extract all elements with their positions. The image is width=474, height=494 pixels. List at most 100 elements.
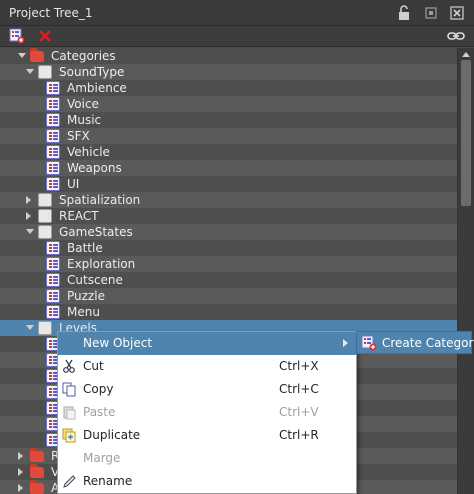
- tree-item-ambience[interactable]: Ambience: [0, 80, 457, 96]
- menu-item-paste: Paste Ctrl+V: [58, 401, 356, 424]
- menu-item-shortcut: Ctrl+C: [279, 382, 319, 396]
- tree-item-vehicle[interactable]: Vehicle: [0, 144, 457, 160]
- object-list-icon: [46, 113, 60, 127]
- pin-icon[interactable]: [423, 5, 439, 21]
- vertical-scrollbar[interactable]: [457, 48, 474, 494]
- expand-down-icon[interactable]: [26, 325, 34, 330]
- object-list-icon: [46, 257, 60, 271]
- tree-item-ui[interactable]: UI: [0, 176, 457, 192]
- tree-item-gamestates[interactable]: GameStates: [0, 224, 457, 240]
- tree-item-label: Exploration: [67, 257, 136, 271]
- tree-item-cutscene[interactable]: Cutscene: [0, 272, 457, 288]
- tree-item-spatialization[interactable]: Spatialization: [0, 192, 457, 208]
- tree-item-label: Voice: [67, 97, 99, 111]
- folder-icon: [30, 48, 44, 62]
- menu-item-new-object[interactable]: New Object: [58, 332, 356, 355]
- tree-item-music[interactable]: Music: [0, 112, 457, 128]
- menu-item-label: Copy: [83, 382, 114, 396]
- menu-item-label: Rename: [83, 474, 133, 488]
- object-list-icon: [46, 81, 60, 95]
- expand-right-icon[interactable]: [18, 452, 23, 460]
- tree-item-label: Puzzle: [67, 289, 105, 303]
- folder-icon: [30, 464, 44, 478]
- menu-item-label: Paste: [83, 405, 116, 419]
- object-list-icon: [46, 273, 60, 287]
- new-category-icon[interactable]: [9, 28, 25, 44]
- expand-right-icon[interactable]: [26, 212, 31, 220]
- menu-item-shortcut: Ctrl+X: [279, 359, 319, 373]
- panel-titlebar: Project Tree_1: [0, 0, 474, 26]
- menu-item-rename[interactable]: Rename: [58, 470, 356, 493]
- category-icon: [38, 193, 52, 207]
- tree-item-label: GameStates: [59, 225, 133, 239]
- scrollbar-thumb[interactable]: [461, 60, 471, 206]
- panel-title: Project Tree_1: [9, 6, 93, 20]
- tree-item-weapons[interactable]: Weapons: [0, 160, 457, 176]
- tree-item-categories[interactable]: Categories: [0, 48, 457, 64]
- scroll-up-icon[interactable]: [462, 52, 470, 57]
- submenu-item-label: Create Category: [382, 336, 474, 350]
- tree-item-label: SFX: [67, 129, 90, 143]
- menu-item-label: Marge: [83, 451, 121, 465]
- expand-down-icon[interactable]: [18, 53, 26, 58]
- close-icon[interactable]: [449, 5, 465, 21]
- tree-item-menu[interactable]: Menu: [0, 304, 457, 320]
- panel-toolbar: [0, 26, 474, 47]
- object-list-icon: [46, 161, 60, 175]
- object-list-icon: [46, 97, 60, 111]
- menu-item-duplicate[interactable]: Duplicate Ctrl+R: [58, 424, 356, 447]
- tree-item-label: REACT: [59, 209, 99, 223]
- expand-down-icon[interactable]: [26, 229, 34, 234]
- tree-item-voice[interactable]: Voice: [0, 96, 457, 112]
- tree-item-label: Music: [67, 113, 102, 127]
- submenu-arrow-icon: [343, 339, 348, 347]
- delete-icon[interactable]: [37, 28, 53, 44]
- pencil-icon: [62, 474, 77, 489]
- expand-right-icon[interactable]: [18, 468, 23, 476]
- tree-item-battle[interactable]: Battle: [0, 240, 457, 256]
- menu-item-copy[interactable]: Copy Ctrl+C: [58, 378, 356, 401]
- menu-item-shortcut: Ctrl+R: [279, 428, 319, 442]
- object-list-icon: [46, 305, 60, 319]
- tree-item-label: Battle: [67, 241, 103, 255]
- expand-down-icon[interactable]: [26, 69, 34, 74]
- menu-item-label: Duplicate: [83, 428, 141, 442]
- tree-item-label: Vehicle: [67, 145, 110, 159]
- tree-item-label: Menu: [67, 305, 100, 319]
- category-icon: [38, 225, 52, 239]
- menu-item-cut[interactable]: Cut Ctrl+X: [58, 355, 356, 378]
- tree-item-react[interactable]: REACT: [0, 208, 457, 224]
- object-list-icon: [46, 129, 60, 143]
- context-menu: New Object Cut Ctrl+X Copy Ctrl+C Paste Ctrl+V…: [57, 331, 357, 494]
- category-icon: [38, 321, 52, 335]
- scissors-icon: [62, 359, 77, 374]
- object-list-icon: [46, 241, 60, 255]
- tree-item-label: UI: [67, 177, 80, 191]
- tree-item-sfx[interactable]: SFX: [0, 128, 457, 144]
- menu-item-shortcut: Ctrl+V: [279, 405, 319, 419]
- expand-right-icon[interactable]: [26, 196, 31, 204]
- menu-item-label: New Object: [83, 336, 153, 350]
- object-list-icon: [46, 177, 60, 191]
- duplicate-icon: [62, 428, 77, 443]
- category-icon: [38, 65, 52, 79]
- tree-item-puzzle[interactable]: Puzzle: [0, 288, 457, 304]
- expand-right-icon[interactable]: [18, 484, 23, 492]
- link-icon[interactable]: [447, 28, 465, 44]
- copy-icon: [62, 382, 77, 397]
- tree-item-label: Cutscene: [67, 273, 123, 287]
- tree-item-label: Categories: [51, 49, 116, 63]
- category-icon: [38, 209, 52, 223]
- submenu-create-category[interactable]: Create Category: [356, 331, 474, 354]
- object-list-icon: [46, 145, 60, 159]
- tree-item-exploration[interactable]: Exploration: [0, 256, 457, 272]
- menu-item-marge: Marge: [58, 447, 356, 470]
- new-category-icon: [361, 335, 377, 351]
- tree-item-soundtype[interactable]: SoundType: [0, 64, 457, 80]
- folder-icon: [30, 480, 44, 494]
- tree-item-label: SoundType: [59, 65, 125, 79]
- paste-icon: [62, 405, 77, 420]
- tree-item-label: Spatialization: [59, 193, 141, 207]
- lock-icon[interactable]: [396, 5, 412, 21]
- object-list-icon: [46, 289, 60, 303]
